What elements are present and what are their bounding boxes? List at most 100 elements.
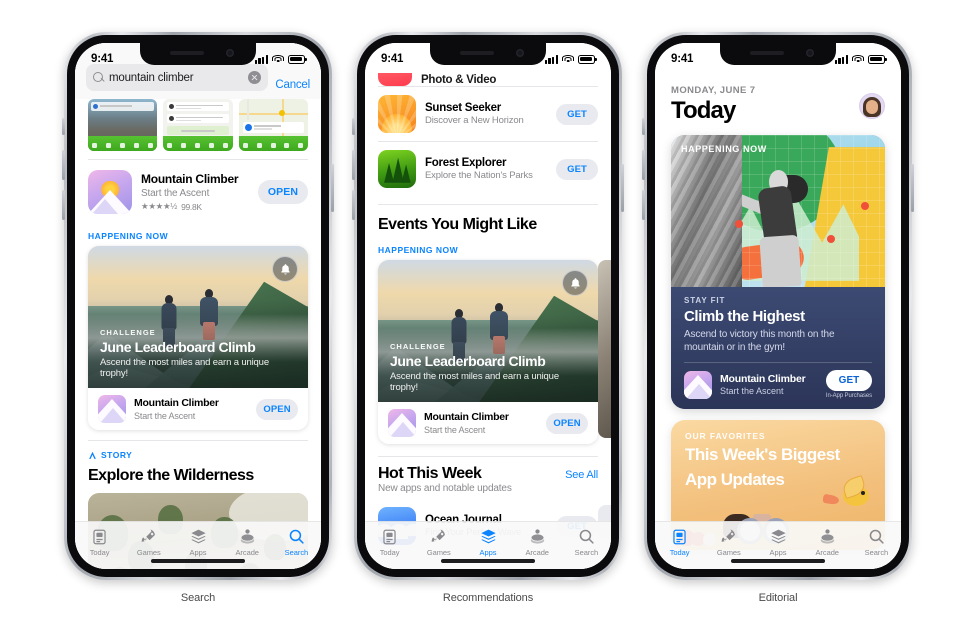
- mute-switch[interactable]: [62, 118, 65, 135]
- mute-switch[interactable]: [352, 118, 355, 135]
- avatar[interactable]: [859, 93, 885, 119]
- search-input[interactable]: mountain climber: [86, 64, 269, 91]
- hot-section-header: Hot This Week See All: [365, 465, 611, 483]
- tab-apps[interactable]: Apps: [173, 527, 222, 557]
- volume-up-button[interactable]: [642, 150, 645, 180]
- happening-now-label: HAPPENING NOW: [88, 231, 169, 241]
- cancel-button[interactable]: Cancel: [275, 79, 310, 91]
- see-all-button[interactable]: See All: [565, 469, 598, 481]
- volume-down-button[interactable]: [642, 190, 645, 220]
- hot-section-subtitle: New apps and notable updates: [378, 483, 512, 494]
- caption-search: Search: [180, 592, 216, 604]
- tab-arcade[interactable]: Arcade: [223, 527, 272, 557]
- power-button[interactable]: [621, 164, 624, 212]
- notch: [720, 43, 836, 65]
- today-icon: [92, 527, 107, 546]
- mute-switch[interactable]: [642, 118, 645, 135]
- tab-today[interactable]: Today: [655, 527, 704, 557]
- volume-down-button[interactable]: [62, 190, 65, 220]
- games-icon: [720, 527, 737, 546]
- app-subtitle: Start the Ascent: [720, 386, 784, 397]
- volume-up-button[interactable]: [352, 150, 355, 180]
- screenshot-thumb[interactable]: [238, 99, 308, 151]
- games-icon: [430, 527, 447, 546]
- get-button[interactable]: GET: [825, 370, 872, 392]
- tab-games[interactable]: Games: [414, 527, 463, 557]
- list-item: [167, 114, 229, 123]
- in-app-purchases-note: In-App Purchases: [825, 393, 872, 400]
- cutoff-row[interactable]: Photo & Video: [365, 73, 611, 86]
- today-scroll-area[interactable]: MONDAY, JUNE 7 Today HAPPENING NOW STAY …: [655, 43, 901, 569]
- home-indicator[interactable]: [441, 559, 535, 563]
- power-button[interactable]: [911, 164, 914, 212]
- search-scroll-area[interactable]: Mountain Climber Start the Ascent ★★★★½ …: [75, 43, 321, 569]
- app-result-meta: Mountain Climber Start the Ascent ★★★★½ …: [141, 172, 249, 212]
- bell-icon[interactable]: [272, 256, 298, 282]
- challenge-card-footer[interactable]: Mountain Climber Start the Ascent OPEN: [88, 388, 308, 430]
- editorial-eyebrow: STAY FIT: [684, 296, 726, 305]
- power-button[interactable]: [331, 164, 334, 212]
- editorial-card[interactable]: HAPPENING NOW STAY FIT Climb the Highest…: [671, 135, 885, 410]
- tab-label: Games: [136, 548, 161, 557]
- tab-search[interactable]: Search: [272, 527, 321, 557]
- screenshot-thumb[interactable]: [163, 99, 233, 151]
- tab-today[interactable]: Today: [75, 527, 124, 557]
- bell-icon[interactable]: [562, 270, 588, 296]
- challenge-card[interactable]: CHALLENGE June Leaderboard Climb Ascend …: [88, 246, 308, 430]
- get-button[interactable]: GET: [556, 103, 598, 125]
- search-query-text: mountain climber: [109, 71, 194, 84]
- tab-games[interactable]: Games: [124, 527, 173, 557]
- search-icon: [288, 527, 305, 546]
- volume-up-button[interactable]: [62, 150, 65, 180]
- challenge-app-meta: Mountain Climber Start the Ascent: [424, 411, 538, 435]
- app-store-search-screen: Mountain Climber Start the Ascent ★★★★½ …: [75, 43, 321, 569]
- phone-screen: Photo & Video Sunset Seeker Discover a N…: [365, 43, 611, 569]
- next-card-peek[interactable]: [598, 260, 611, 438]
- app-list-item[interactable]: Forest Explorer Explore the Nation's Par…: [365, 142, 611, 196]
- story-eyebrow: STORY: [75, 441, 321, 463]
- volume-down-button[interactable]: [352, 190, 355, 220]
- app-name: Mountain Climber: [134, 396, 219, 409]
- tab-label: Search: [284, 548, 309, 557]
- challenge-card-footer[interactable]: Mountain Climber Start the Ascent OPEN: [378, 402, 598, 444]
- editorial-body: STAY FIT Climb the Highest Ascend to vic…: [671, 287, 885, 410]
- tab-games[interactable]: Games: [704, 527, 753, 557]
- get-button[interactable]: GET: [556, 158, 598, 180]
- open-button[interactable]: OPEN: [256, 398, 298, 420]
- open-button[interactable]: OPEN: [258, 180, 308, 204]
- story-title: Explore the Wilderness: [88, 467, 254, 484]
- clear-icon[interactable]: [248, 71, 262, 84]
- tab-today[interactable]: Today: [365, 527, 414, 557]
- editorial-footer[interactable]: Mountain Climber Start the Ascent GET In…: [684, 370, 872, 399]
- arcade-icon: [529, 527, 546, 546]
- favorites-eyebrow: OUR FAVORITES: [685, 431, 766, 442]
- apps-scroll-area[interactable]: Photo & Video Sunset Seeker Discover a N…: [365, 43, 611, 569]
- challenge-hero-image: CHALLENGE June Leaderboard Climb Ascend …: [88, 246, 308, 388]
- screenshot-thumb[interactable]: [88, 99, 158, 151]
- apps-icon: [190, 527, 207, 546]
- notch: [140, 43, 256, 65]
- tab-arcade[interactable]: Arcade: [803, 527, 852, 557]
- challenge-card[interactable]: CHALLENGE June Leaderboard Climb Ascend …: [378, 260, 598, 444]
- events-section-title: Events You Might Like: [378, 216, 537, 233]
- app-name: Mountain Climber: [424, 410, 509, 423]
- divider: [684, 362, 872, 364]
- today-heading-group: MONDAY, JUNE 7 Today: [671, 85, 755, 125]
- app-store-apps-screen: Photo & Video Sunset Seeker Discover a N…: [365, 43, 611, 569]
- today-header: MONDAY, JUNE 7 Today: [655, 71, 901, 125]
- tab-search[interactable]: Search: [852, 527, 901, 557]
- phone-screen: Mountain Climber Start the Ascent ★★★★½ …: [75, 43, 321, 569]
- tab-apps[interactable]: Apps: [753, 527, 802, 557]
- screenshot-strip[interactable]: [75, 99, 321, 151]
- tab-arcade[interactable]: Arcade: [513, 527, 562, 557]
- tab-search[interactable]: Search: [562, 527, 611, 557]
- home-indicator[interactable]: [151, 559, 245, 563]
- tab-apps[interactable]: Apps: [463, 527, 512, 557]
- happening-now-label: HAPPENING NOW: [378, 245, 459, 255]
- open-button[interactable]: OPEN: [546, 412, 588, 434]
- sunset-seeker-icon: [378, 95, 416, 133]
- app-list-item[interactable]: Sunset Seeker Discover a New Horizon GET: [365, 87, 611, 141]
- app-result-row[interactable]: Mountain Climber Start the Ascent ★★★★½ …: [75, 160, 321, 223]
- phone-screen: MONDAY, JUNE 7 Today HAPPENING NOW STAY …: [655, 43, 901, 569]
- home-indicator[interactable]: [731, 559, 825, 563]
